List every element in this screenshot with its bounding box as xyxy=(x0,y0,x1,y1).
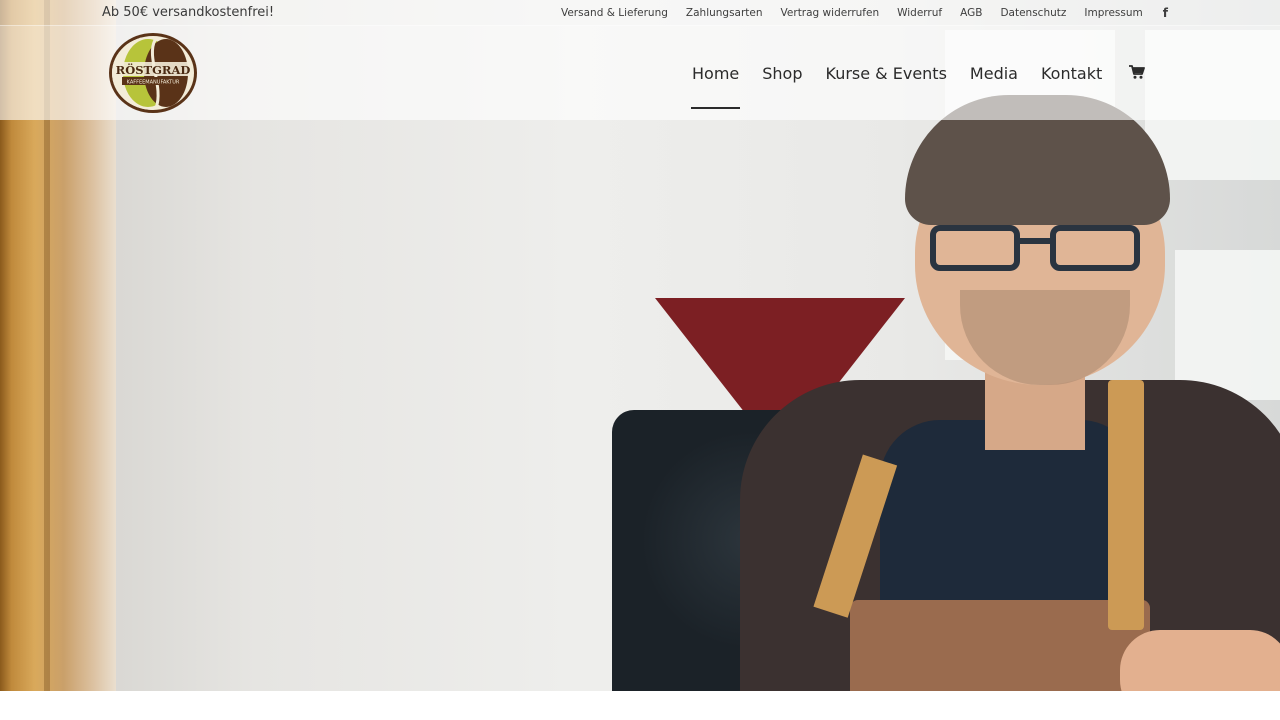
nav-item-contact[interactable]: Kontakt xyxy=(1041,64,1102,83)
main-nav: Home Shop Kurse & Events Media Kontakt xyxy=(690,26,1125,120)
link-shipping[interactable]: Versand & Lieferung xyxy=(561,7,668,19)
shopping-cart-icon[interactable] xyxy=(1128,64,1146,80)
link-withdrawal[interactable]: Widerruf xyxy=(897,7,942,19)
free-shipping-notice: Ab 50€ versandkostenfrei! xyxy=(102,5,275,20)
facebook-icon[interactable]: f xyxy=(1163,6,1168,20)
crossed-arms xyxy=(1120,630,1280,691)
logo-tagline: KAFFEEMANUFAKTUR xyxy=(127,80,180,86)
rostgrad-logo[interactable]: RÖSTGRAD KAFFEEMANUFAKTUR xyxy=(108,32,198,114)
main-header: RÖSTGRAD KAFFEEMANUFAKTUR Home Shop Kurs… xyxy=(0,26,1280,120)
background-window xyxy=(1175,250,1280,400)
top-bar: Ab 50€ versandkostenfrei! Versand & Lief… xyxy=(0,0,1280,26)
link-imprint[interactable]: Impressum xyxy=(1084,7,1142,19)
apron-strap-right xyxy=(1108,380,1144,630)
link-terms[interactable]: AGB xyxy=(960,7,982,19)
nav-item-shop[interactable]: Shop xyxy=(762,64,802,83)
glasses-bridge xyxy=(1020,238,1050,244)
link-privacy[interactable]: Datenschutz xyxy=(1000,7,1066,19)
nav-item-courses-events[interactable]: Kurse & Events xyxy=(826,64,947,83)
link-cancel-contract[interactable]: Vertrag widerrufen xyxy=(781,7,880,19)
link-payment-methods[interactable]: Zahlungsarten xyxy=(686,7,763,19)
logo-wordmark: RÖSTGRAD xyxy=(116,63,191,77)
nav-item-home[interactable]: Home xyxy=(690,64,741,109)
nav-item-media[interactable]: Media xyxy=(970,64,1018,83)
leather-apron xyxy=(850,600,1150,691)
top-links: Versand & Lieferung Zahlungsarten Vertra… xyxy=(543,6,1168,20)
glasses-lens-right xyxy=(1050,225,1140,271)
glasses-lens-left xyxy=(930,225,1020,271)
